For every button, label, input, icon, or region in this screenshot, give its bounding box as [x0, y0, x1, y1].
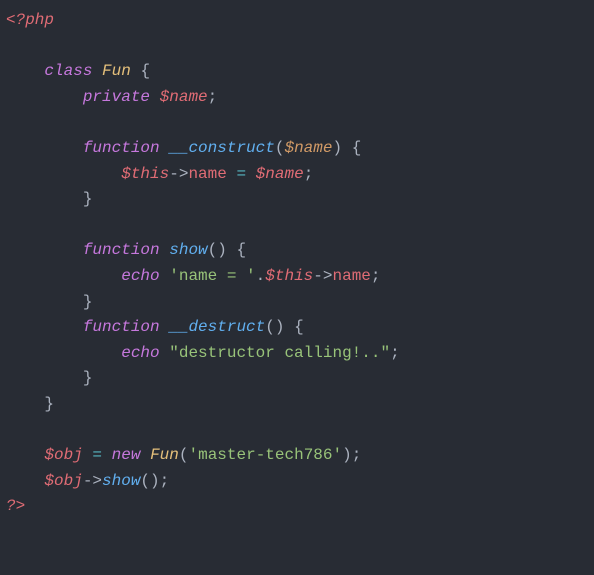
arrow: -> [83, 472, 102, 490]
paren: ) [342, 446, 352, 464]
kw-class: class [44, 62, 92, 80]
paren: ) [217, 241, 227, 259]
php-open-tag: <?php [6, 11, 54, 29]
op-assign: = [92, 446, 102, 464]
kw-new: new [112, 446, 141, 464]
semicolon: ; [160, 472, 170, 490]
php-close-tag: ?> [6, 497, 25, 515]
paren: ( [208, 241, 218, 259]
var-obj: $obj [44, 472, 82, 490]
paren: ) [150, 472, 160, 490]
paren: ( [265, 318, 275, 336]
brace: { [352, 139, 362, 157]
arrow: -> [169, 165, 188, 183]
paren: ( [140, 472, 150, 490]
prop-name: name [332, 267, 370, 285]
brace: } [83, 369, 93, 387]
class-name: Fun [102, 62, 131, 80]
kw-echo: echo [121, 344, 159, 362]
arrow: -> [313, 267, 332, 285]
brace: { [140, 62, 150, 80]
kw-function: function [83, 318, 160, 336]
semicolon: ; [208, 88, 218, 106]
semicolon: ; [390, 344, 400, 362]
fn-show: show [102, 472, 140, 490]
var-this: $this [121, 165, 169, 183]
prop-name: name [188, 165, 226, 183]
fn-destruct: __destruct [169, 318, 265, 336]
string-literal: 'name = ' [169, 267, 255, 285]
op-assign: = [236, 165, 246, 183]
semicolon: ; [304, 165, 314, 183]
code-block: <?php class Fun { private $name; functio… [6, 8, 588, 520]
brace: { [236, 241, 246, 259]
param-name: $name [284, 139, 332, 157]
class-name: Fun [150, 446, 179, 464]
kw-function: function [83, 241, 160, 259]
fn-construct: __construct [169, 139, 275, 157]
var-this: $this [265, 267, 313, 285]
kw-function: function [83, 139, 160, 157]
string-literal: "destructor calling!.." [169, 344, 390, 362]
fn-show: show [169, 241, 207, 259]
semicolon: ; [371, 267, 381, 285]
dot: . [256, 267, 266, 285]
brace: { [294, 318, 304, 336]
kw-private: private [83, 88, 150, 106]
brace: } [83, 293, 93, 311]
var-name: $name [160, 88, 208, 106]
paren: ) [275, 318, 285, 336]
brace: } [83, 190, 93, 208]
var-name: $name [256, 165, 304, 183]
brace: } [44, 395, 54, 413]
semicolon: ; [352, 446, 362, 464]
kw-echo: echo [121, 267, 159, 285]
string-literal: 'master-tech786' [188, 446, 342, 464]
var-obj: $obj [44, 446, 82, 464]
paren: ) [332, 139, 342, 157]
